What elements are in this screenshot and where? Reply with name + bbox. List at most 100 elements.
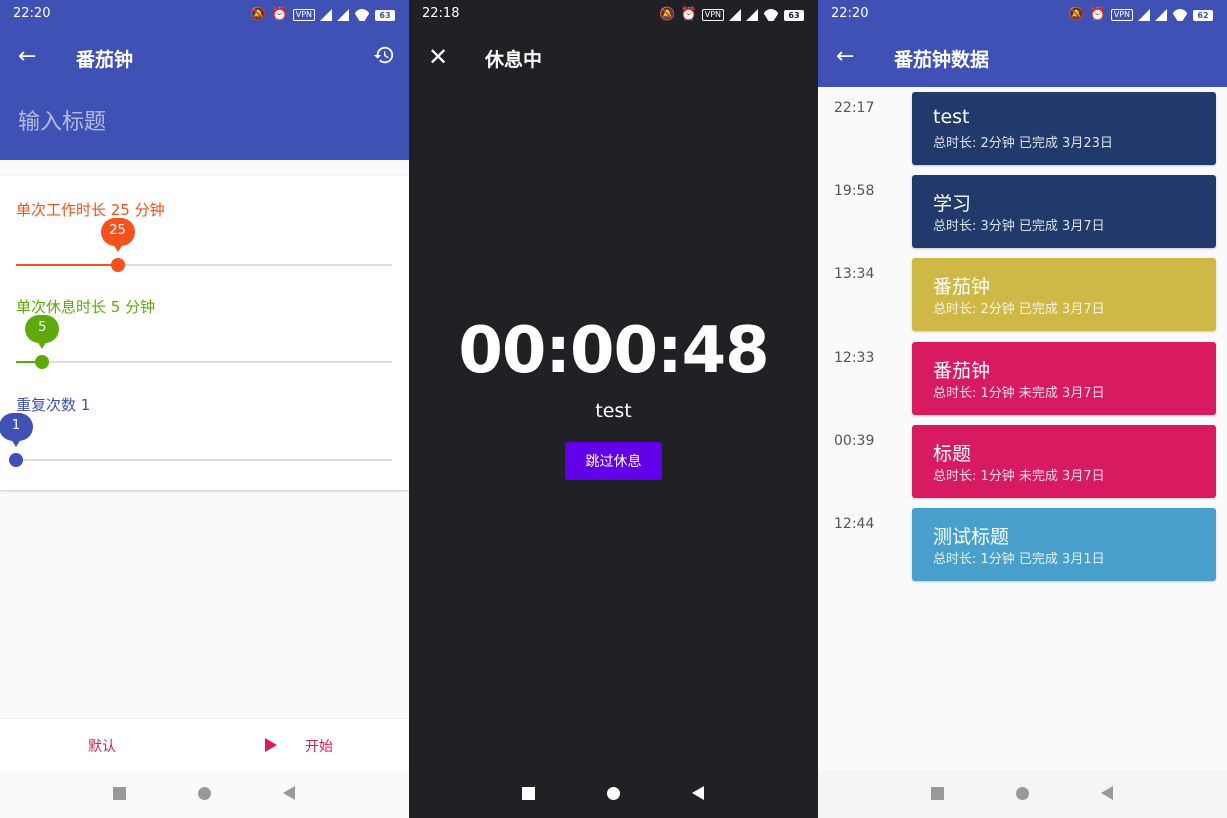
record-card[interactable]: 标题 总时长: 1分钟 未完成 3月7日 [912, 425, 1216, 498]
repeat-count-label: 重复次数 1 [16, 396, 91, 414]
recents-icon[interactable] [522, 787, 535, 800]
record-title: 测试标题 [933, 526, 1010, 548]
bottom-action-bar: 默认 开始 [0, 718, 409, 771]
status-icons: 🔕 ⏰ VPN 63 [250, 7, 395, 23]
nav-back-icon[interactable] [283, 786, 295, 800]
home-icon[interactable] [198, 787, 211, 800]
record-time: 12:44 [834, 516, 875, 532]
recents-icon[interactable] [113, 787, 126, 800]
record-card[interactable]: 番茄钟 总时长: 1分钟 未完成 3月7日 [912, 342, 1216, 415]
repeat-count-slider[interactable]: 1 [0, 413, 392, 467]
session-title: test [595, 400, 632, 422]
page-title: 休息中 [485, 49, 543, 71]
repeat-value-bubble: 1 [0, 413, 33, 447]
system-nav-bar [409, 770, 818, 818]
list-item[interactable]: 13:34 番茄钟 总时长: 2分钟 已完成 3月7日 [818, 258, 1227, 331]
app-bar: ← 番茄钟 [0, 30, 409, 87]
nav-back-icon[interactable] [692, 786, 704, 800]
record-time: 19:58 [834, 183, 875, 199]
system-nav-bar [818, 770, 1227, 818]
list-item[interactable]: 19:58 学习 总时长: 3分钟 已完成 3月7日 [818, 175, 1227, 248]
countdown-timer: 00:00:48 [458, 314, 769, 388]
record-meta: 总时长: 1分钟 未完成 3月7日 [933, 386, 1105, 401]
record-meta: 总时长: 2分钟 已完成 3月7日 [933, 302, 1105, 317]
system-nav-bar [0, 770, 409, 818]
start-button[interactable]: 开始 [305, 736, 333, 756]
record-card[interactable]: test 总时长: 2分钟 已完成 3月23日 [912, 92, 1216, 165]
app-bar: ✕ 休息中 [409, 30, 818, 87]
vpn-icon: VPN [292, 9, 315, 21]
pomodoro-history-screen: 22:20 🔕 ⏰ VPN 62 ← 番茄钟数据 22:17 test 总时长:… [818, 0, 1227, 818]
record-card[interactable]: 学习 总时长: 3分钟 已完成 3月7日 [912, 175, 1216, 248]
rest-duration-slider[interactable]: 5 [16, 315, 392, 369]
title-input[interactable] [16, 108, 380, 136]
rest-timer-screen: 22:18 🔕 ⏰ VPN 63 ✕ 休息中 00:00:48 test 跳过休… [409, 0, 818, 818]
signal-icon [1138, 9, 1150, 21]
page-title: 番茄钟 [76, 49, 134, 71]
record-time: 12:33 [834, 350, 875, 366]
repeat-slider-thumb[interactable] [9, 453, 23, 467]
rest-value-bubble: 5 [25, 315, 60, 349]
record-title: 番茄钟 [933, 276, 991, 298]
battery-icon: 63 [784, 9, 804, 21]
skip-rest-button[interactable]: 跳过休息 [565, 442, 662, 480]
status-time: 22:18 [422, 6, 460, 21]
record-title: 标题 [933, 443, 972, 465]
default-button[interactable]: 默认 [88, 736, 116, 756]
signal-icon [320, 9, 332, 21]
history-icon[interactable] [373, 44, 395, 66]
page-title: 番茄钟数据 [894, 49, 990, 71]
home-icon[interactable] [1016, 787, 1029, 800]
record-title: 学习 [933, 193, 972, 215]
record-title: test [933, 106, 970, 128]
status-bar: 22:18 🔕 ⏰ VPN 63 [409, 0, 818, 30]
recents-icon[interactable] [931, 787, 944, 800]
signal-icon-2 [1155, 9, 1167, 21]
app-bar: ← 番茄钟数据 [818, 30, 1227, 87]
signal-icon-2 [746, 9, 758, 21]
record-card[interactable]: 测试标题 总时长: 1分钟 已完成 3月1日 [912, 508, 1216, 581]
notifications-off-icon: 🔕 [1068, 7, 1085, 22]
record-meta: 总时长: 2分钟 已完成 3月23日 [933, 136, 1113, 151]
record-card[interactable]: 番茄钟 总时长: 2分钟 已完成 3月7日 [912, 258, 1216, 331]
work-slider-thumb[interactable] [110, 258, 125, 272]
close-icon[interactable]: ✕ [428, 43, 448, 71]
list-item[interactable]: 00:39 标题 总时长: 1分钟 未完成 3月7日 [818, 425, 1227, 498]
list-item[interactable]: 12:33 番茄钟 总时长: 1分钟 未完成 3月7日 [818, 342, 1227, 415]
rest-duration-label: 单次休息时长 5 分钟 [16, 298, 156, 316]
signal-icon [729, 9, 741, 21]
notifications-off-icon: 🔕 [659, 7, 676, 22]
battery-icon: 62 [1193, 9, 1213, 21]
alarm-icon: ⏰ [1089, 7, 1106, 22]
status-bar: 22:20 🔕 ⏰ VPN 62 [818, 0, 1227, 30]
alarm-icon: ⏰ [680, 7, 697, 22]
list-item[interactable]: 12:44 测试标题 总时长: 1分钟 已完成 3月1日 [818, 508, 1227, 581]
work-slider-fill [16, 264, 118, 266]
status-time: 22:20 [831, 6, 869, 21]
settings-card: 单次工作时长 25 分钟 25 单次休息时长 5 分钟 5 重复次数 1 1 [0, 176, 409, 490]
alarm-icon: ⏰ [271, 7, 288, 22]
list-item[interactable]: 22:17 test 总时长: 2分钟 已完成 3月23日 [818, 92, 1227, 165]
status-icons: 🔕 ⏰ VPN 63 [659, 7, 804, 23]
record-meta: 总时长: 1分钟 未完成 3月7日 [933, 469, 1105, 484]
work-duration-label: 单次工作时长 25 分钟 [16, 201, 165, 219]
vpn-icon: VPN [701, 9, 724, 21]
nav-back-icon[interactable] [1101, 786, 1113, 800]
work-duration-slider[interactable]: 25 [16, 218, 392, 272]
notifications-off-icon: 🔕 [250, 7, 267, 22]
record-meta: 总时长: 1分钟 已完成 3月1日 [933, 552, 1105, 567]
back-arrow-icon[interactable]: ← [18, 44, 36, 70]
status-bar: 22:20 🔕 ⏰ VPN 63 [0, 0, 409, 30]
record-time: 22:17 [834, 100, 875, 116]
status-time: 22:20 [13, 6, 51, 21]
record-time: 00:39 [834, 433, 875, 449]
home-icon[interactable] [607, 787, 620, 800]
rest-slider-thumb[interactable] [35, 355, 50, 369]
pomodoro-settings-screen: 22:20 🔕 ⏰ VPN 63 ← 番茄钟 .title-input::pla… [0, 0, 409, 818]
signal-icon-2 [337, 9, 349, 21]
back-arrow-icon[interactable]: ← [836, 44, 854, 70]
wifi-icon [763, 9, 779, 21]
battery-icon: 63 [375, 9, 395, 21]
record-time: 13:34 [834, 266, 875, 282]
play-icon[interactable] [265, 738, 277, 752]
